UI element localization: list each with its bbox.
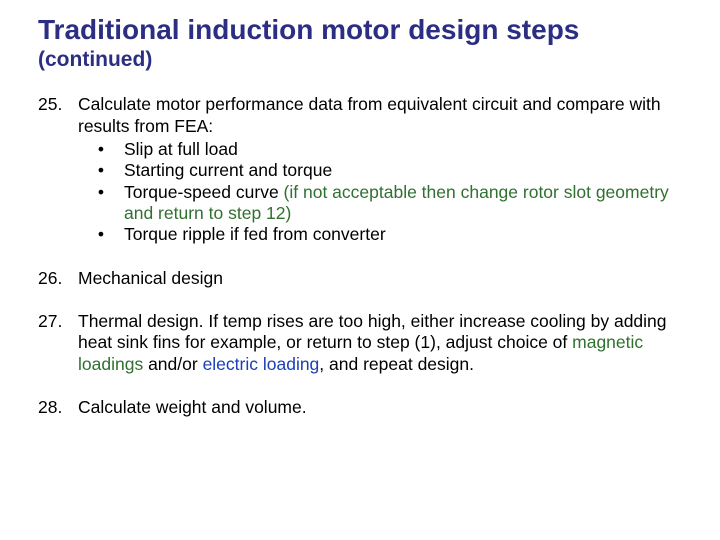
step-body: Calculate motor performance data from eq… <box>78 94 688 245</box>
sub-item: • Starting current and torque <box>78 160 688 181</box>
step-26: 26. Mechanical design <box>38 268 688 289</box>
sub-item: • Torque ripple if fed from converter <box>78 224 688 245</box>
slide-title: Traditional induction motor design steps <box>38 14 688 46</box>
step-seg2: and/or <box>143 354 202 374</box>
bullet-icon: • <box>78 139 124 160</box>
sub-item: • Torque-speed curve (if not acceptable … <box>78 182 688 225</box>
electric-loading: electric loading <box>203 354 320 374</box>
step-body: Calculate weight and volume. <box>78 397 688 418</box>
step-number: 28. <box>38 397 78 418</box>
sub-text-plain: Torque-speed curve <box>124 182 284 202</box>
step-body: Thermal design. If temp rises are too hi… <box>78 311 688 375</box>
sub-list: • Slip at full load • Starting current a… <box>78 139 688 246</box>
steps-list: 25. Calculate motor performance data fro… <box>38 94 688 418</box>
sub-text: Torque-speed curve (if not acceptable th… <box>124 182 688 225</box>
slide-content: Traditional induction motor design steps… <box>0 0 720 460</box>
step-seg3: , and repeat design. <box>319 354 474 374</box>
sub-text: Torque ripple if fed from converter <box>124 224 688 245</box>
step-lead: Calculate motor performance data from eq… <box>78 94 661 135</box>
sub-text: Starting current and torque <box>124 160 688 181</box>
step-lead: Calculate weight and volume. <box>78 397 307 417</box>
sub-text: Slip at full load <box>124 139 688 160</box>
slide-subtitle: (continued) <box>38 48 688 72</box>
bullet-icon: • <box>78 182 124 225</box>
step-27: 27. Thermal design. If temp rises are to… <box>38 311 688 375</box>
bullet-icon: • <box>78 224 124 245</box>
step-number: 25. <box>38 94 78 245</box>
sub-item: • Slip at full load <box>78 139 688 160</box>
step-body: Mechanical design <box>78 268 688 289</box>
step-lead: Mechanical design <box>78 268 223 288</box>
step-28: 28. Calculate weight and volume. <box>38 397 688 418</box>
step-number: 27. <box>38 311 78 375</box>
step-number: 26. <box>38 268 78 289</box>
bullet-icon: • <box>78 160 124 181</box>
step-25: 25. Calculate motor performance data fro… <box>38 94 688 245</box>
